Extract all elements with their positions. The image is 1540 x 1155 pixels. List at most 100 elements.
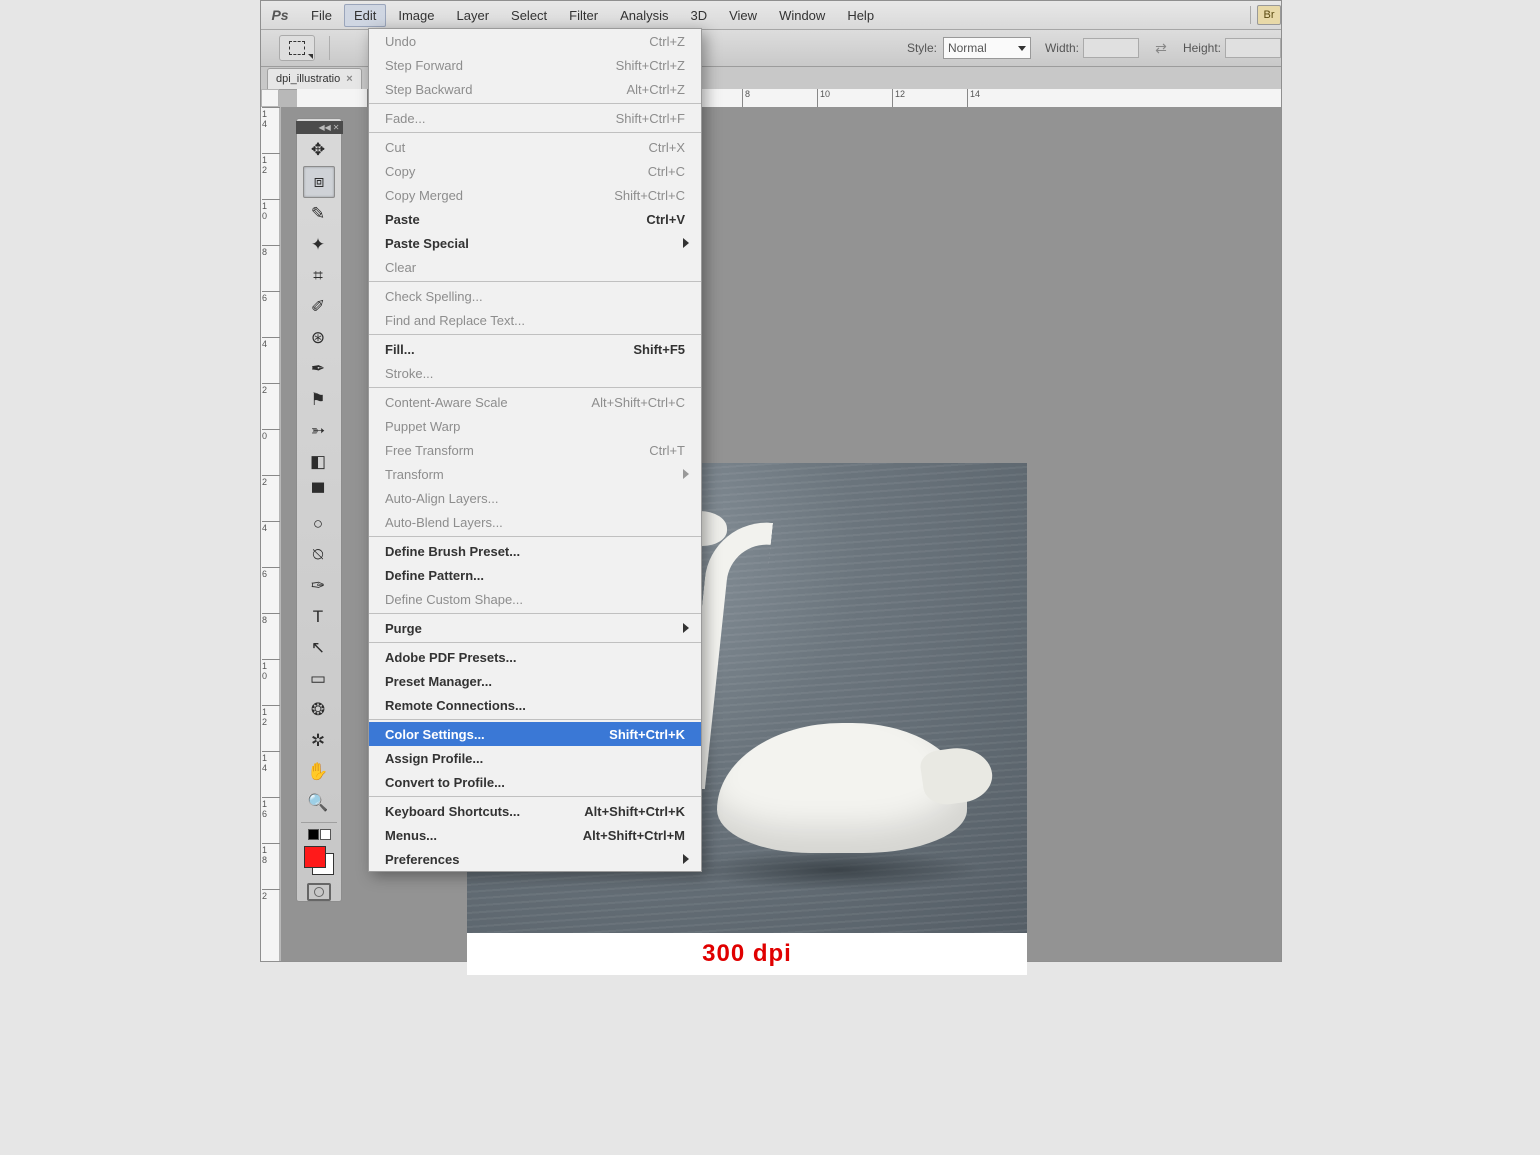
menu-item-auto-blend-layers: Auto-Blend Layers... <box>369 510 701 534</box>
vertical-ruler: 14121086420246810121416182 <box>261 107 280 961</box>
menu-item-convert-to-profile[interactable]: Convert to Profile... <box>369 770 701 794</box>
menu-3d[interactable]: 3D <box>680 4 717 27</box>
dropdown-triangle-icon <box>308 54 313 59</box>
close-icon[interactable]: ✕ <box>333 123 340 132</box>
menu-item-copy: CopyCtrl+C <box>369 159 701 183</box>
menu-item-define-brush-preset[interactable]: Define Brush Preset... <box>369 539 701 563</box>
menu-item-assign-profile[interactable]: Assign Profile... <box>369 746 701 770</box>
style-label: Style: <box>907 41 937 55</box>
menu-item-remote-connections[interactable]: Remote Connections... <box>369 693 701 717</box>
menu-help[interactable]: Help <box>837 4 884 27</box>
magic-wand-tool[interactable]: ✦ <box>303 230 333 260</box>
menu-file[interactable]: File <box>301 4 342 27</box>
3d-camera-tool[interactable]: ✲ <box>303 726 333 756</box>
menu-item-puppet-warp: Puppet Warp <box>369 414 701 438</box>
stamp-tool[interactable]: ⚑ <box>303 385 333 415</box>
menu-item-define-pattern[interactable]: Define Pattern... <box>369 563 701 587</box>
menu-item-define-custom-shape: Define Custom Shape... <box>369 587 701 611</box>
menu-item-paste[interactable]: PasteCtrl+V <box>369 207 701 231</box>
menu-item-step-forward: Step ForwardShift+Ctrl+Z <box>369 53 701 77</box>
lasso-tool[interactable]: ✎ <box>303 199 333 229</box>
eyedropper-tool[interactable]: ✐ <box>303 292 333 322</box>
style-control: Style: Normal <box>907 37 1031 59</box>
menu-item-stroke: Stroke... <box>369 361 701 385</box>
menubar-divider <box>1250 6 1251 24</box>
app-screenshot: Ps FileEditImageLayerSelectFilterAnalysi… <box>0 0 1540 1155</box>
menu-view[interactable]: View <box>719 4 767 27</box>
swan-reflection <box>692 849 982 891</box>
menu-item-color-settings[interactable]: Color Settings...Shift+Ctrl+K <box>369 722 701 746</box>
height-label: Height: <box>1183 41 1221 55</box>
shape-tool[interactable]: ▭ <box>303 664 333 694</box>
tools-panel[interactable]: ◀◀ ✕ ✥⧈✎✦⌗✐⊛✒⚑➳◧▀○⍉✑T↖▭❂✲✋🔍 <box>296 118 342 902</box>
close-icon[interactable]: × <box>346 73 352 85</box>
menu-filter[interactable]: Filter <box>559 4 608 27</box>
menu-item-content-aware-scale: Content-Aware ScaleAlt+Shift+Ctrl+C <box>369 390 701 414</box>
menu-item-auto-align-layers: Auto-Align Layers... <box>369 486 701 510</box>
menu-item-purge[interactable]: Purge <box>369 616 701 640</box>
bridge-launch-button[interactable]: Br <box>1257 5 1281 25</box>
menu-item-undo: UndoCtrl+Z <box>369 29 701 53</box>
color-swatch[interactable] <box>302 844 336 876</box>
ps-logo: Ps <box>267 5 293 25</box>
brush-tool[interactable]: ✒ <box>303 354 333 384</box>
menu-item-menus[interactable]: Menus...Alt+Shift+Ctrl+M <box>369 823 701 847</box>
type-tool[interactable]: T <box>303 602 333 632</box>
default-colors-icon[interactable] <box>308 829 331 840</box>
marquee-tool[interactable]: ⧈ <box>303 166 335 198</box>
menu-layer[interactable]: Layer <box>447 4 500 27</box>
healing-tool[interactable]: ⊛ <box>303 323 333 353</box>
menu-item-preset-manager[interactable]: Preset Manager... <box>369 669 701 693</box>
history-brush-tool[interactable]: ➳ <box>303 416 333 446</box>
menu-item-fill[interactable]: Fill...Shift+F5 <box>369 337 701 361</box>
collapse-icon[interactable]: ◀◀ <box>318 123 330 132</box>
path-selection-tool[interactable]: ↖ <box>303 633 333 663</box>
ruler-origin <box>261 89 279 107</box>
eraser-tool[interactable]: ◧ <box>303 447 333 477</box>
style-select[interactable]: Normal <box>943 37 1031 59</box>
menu-item-preferences[interactable]: Preferences <box>369 847 701 871</box>
menu-window[interactable]: Window <box>769 4 835 27</box>
menu-item-fade: Fade...Shift+Ctrl+F <box>369 106 701 130</box>
3d-tool[interactable]: ❂ <box>303 695 333 725</box>
menu-analysis[interactable]: Analysis <box>610 4 678 27</box>
active-tool-preset[interactable] <box>279 35 315 61</box>
hand-tool[interactable]: ✋ <box>303 757 333 787</box>
document-tab-title: dpi_illustratio <box>276 73 340 85</box>
menu-bar: Ps FileEditImageLayerSelectFilterAnalysi… <box>261 1 1281 30</box>
edit-menu-dropdown: UndoCtrl+ZStep ForwardShift+Ctrl+ZStep B… <box>368 28 702 872</box>
menu-image[interactable]: Image <box>388 4 444 27</box>
menu-item-paste-special[interactable]: Paste Special <box>369 231 701 255</box>
width-label: Width: <box>1045 41 1079 55</box>
dodge-tool[interactable]: ⍉ <box>303 540 333 570</box>
menu-item-free-transform: Free TransformCtrl+T <box>369 438 701 462</box>
quick-mask-icon[interactable] <box>307 883 331 901</box>
zoom-tool[interactable]: 🔍 <box>303 788 333 818</box>
dpi-label-strip: 300 dpi <box>467 933 1027 975</box>
chevron-down-icon <box>1018 46 1026 51</box>
menu-item-transform: Transform <box>369 462 701 486</box>
height-input[interactable] <box>1225 38 1281 58</box>
gradient-tool[interactable]: ▀ <box>303 478 333 508</box>
document-tab[interactable]: dpi_illustratio × <box>267 68 362 89</box>
menu-select[interactable]: Select <box>501 4 557 27</box>
move-tool[interactable]: ✥ <box>303 135 333 165</box>
menu-item-check-spelling: Check Spelling... <box>369 284 701 308</box>
menu-item-cut: CutCtrl+X <box>369 135 701 159</box>
menu-item-adobe-pdf-presets[interactable]: Adobe PDF Presets... <box>369 645 701 669</box>
menu-item-copy-merged: Copy MergedShift+Ctrl+C <box>369 183 701 207</box>
crop-tool[interactable]: ⌗ <box>303 261 333 291</box>
foreground-color-swatch[interactable] <box>304 846 326 868</box>
menu-item-keyboard-shortcuts[interactable]: Keyboard Shortcuts...Alt+Shift+Ctrl+K <box>369 799 701 823</box>
marquee-icon <box>289 41 305 55</box>
width-input[interactable] <box>1083 38 1139 58</box>
menu-edit[interactable]: Edit <box>344 4 386 27</box>
tools-panel-header[interactable]: ◀◀ ✕ <box>296 121 343 134</box>
menu-item-step-backward: Step BackwardAlt+Ctrl+Z <box>369 77 701 101</box>
dpi-value-text: 300 dpi <box>702 940 792 968</box>
menu-item-find-and-replace-text: Find and Replace Text... <box>369 308 701 332</box>
swap-dimensions-icon[interactable]: ⇄ <box>1153 40 1169 56</box>
menu-item-clear: Clear <box>369 255 701 279</box>
blur-tool[interactable]: ○ <box>303 509 333 539</box>
pen-tool[interactable]: ✑ <box>303 571 333 601</box>
